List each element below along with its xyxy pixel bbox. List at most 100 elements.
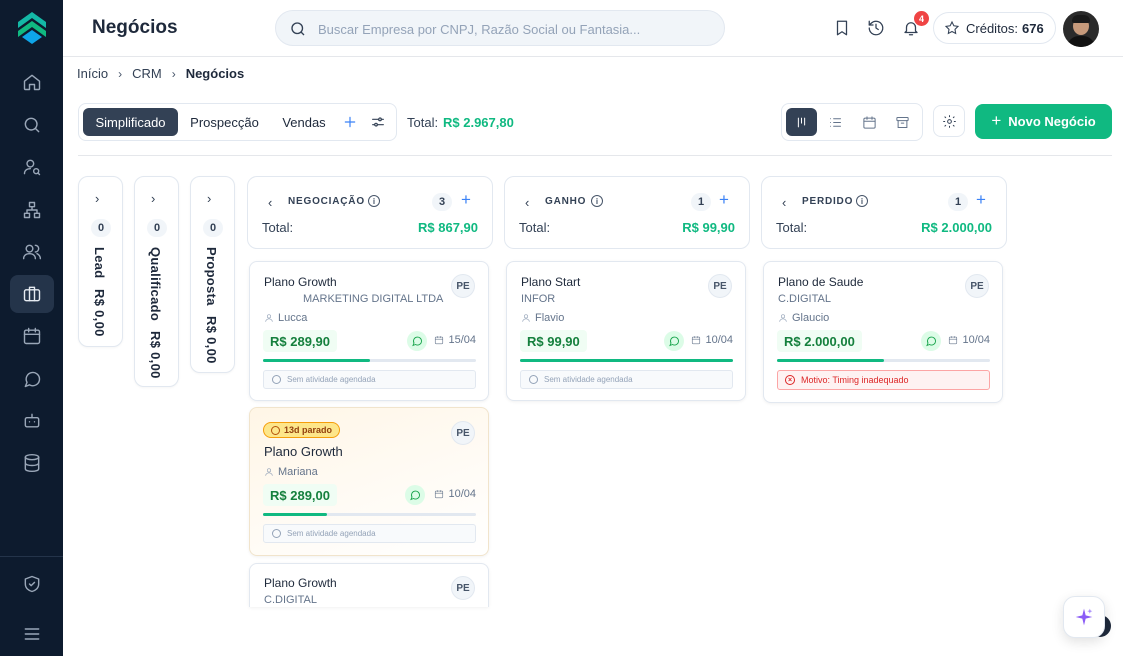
add-deal-icon[interactable]: + [461, 190, 471, 210]
chevron-right-icon: › [171, 66, 176, 81]
bot-icon[interactable] [18, 407, 46, 435]
deal-card[interactable]: Plano Start INFOR PE Flavio R$ 99,90 10/… [506, 261, 746, 401]
deal-company: C.DIGITAL [778, 293, 831, 305]
deal-card[interactable]: Plano de Saude C.DIGITAL PE Glaucio R$ 2… [763, 261, 1003, 403]
whatsapp-icon[interactable] [407, 331, 427, 351]
user-search-icon[interactable] [18, 153, 46, 181]
list-view-icon[interactable] [820, 108, 851, 136]
column-name: NEGOCIAÇÃO [288, 196, 365, 207]
info-icon[interactable]: i [368, 195, 380, 207]
sidebar-divider [0, 556, 63, 557]
deal-contact: Lucca [264, 312, 307, 324]
expand-chevron-icon[interactable]: › [207, 191, 211, 206]
tab-vendas[interactable]: Vendas [271, 108, 337, 136]
activity-status[interactable]: Sem atividade agendada [263, 370, 476, 389]
deal-card[interactable]: 13d parado Plano Growth PE Mariana R$ 28… [249, 407, 489, 556]
settings-gear-icon[interactable] [933, 105, 965, 137]
deal-progress-bar [263, 359, 476, 362]
archive-view-icon[interactable] [887, 108, 918, 136]
breadcrumb-home[interactable]: Início [77, 66, 108, 81]
database-icon[interactable] [18, 449, 46, 477]
calendar-icon [692, 336, 701, 345]
column-count: 0 [147, 219, 167, 237]
total-value: R$ 2.967,80 [443, 115, 514, 130]
new-deal-button[interactable]: + Novo Negócio [975, 104, 1112, 139]
tab-simplificado[interactable]: Simplificado [83, 108, 178, 136]
whatsapp-icon[interactable] [405, 485, 425, 505]
user-icon [522, 314, 530, 322]
home-icon[interactable] [18, 68, 46, 96]
expand-chevron-icon[interactable]: › [151, 191, 155, 206]
activity-status[interactable]: Sem atividade agendada [520, 370, 733, 389]
chat-icon[interactable] [18, 365, 46, 393]
collapsed-column-lead[interactable]: › 0 LeadR$ 0,00 [78, 176, 123, 347]
search-icon[interactable] [18, 111, 46, 139]
deal-company: C.DIGITAL [264, 594, 317, 606]
calendar-icon [949, 336, 958, 345]
chevron-right-icon: › [118, 66, 123, 81]
network-icon[interactable] [18, 196, 46, 224]
column-label: LeadR$ 0,00 [92, 247, 107, 337]
tab-prospeccao[interactable]: Prospecção [180, 108, 269, 136]
collapse-chevron-icon[interactable]: ‹ [525, 195, 529, 210]
column-total-value: R$ 99,90 [682, 220, 735, 235]
shield-check-icon[interactable] [18, 570, 46, 598]
app-logo-icon[interactable] [17, 11, 47, 45]
new-deal-label: Novo Negócio [1008, 114, 1096, 129]
deal-title: Plano de Saude [778, 275, 864, 289]
briefcase-icon[interactable] [10, 275, 54, 313]
deal-date: 10/04 [434, 488, 476, 500]
calendar-icon[interactable] [18, 322, 46, 350]
view-switcher [781, 103, 923, 141]
column-header-ganho: ‹ GANHO i 1 + Total: R$ 99,90 [504, 176, 750, 249]
x-circle-icon: × [785, 375, 795, 385]
owner-avatar: PE [708, 274, 732, 298]
whatsapp-icon[interactable] [664, 331, 684, 351]
breadcrumb-crm[interactable]: CRM [132, 66, 162, 81]
column-total-value: R$ 867,90 [418, 220, 478, 235]
deal-contact: Glaucio [778, 312, 829, 324]
collapse-chevron-icon[interactable]: ‹ [268, 195, 272, 210]
search-input[interactable] [318, 18, 708, 40]
add-deal-icon[interactable]: + [719, 190, 729, 210]
sidebar [0, 0, 63, 656]
whatsapp-icon[interactable] [921, 331, 941, 351]
history-icon[interactable] [865, 17, 887, 39]
search-bar[interactable] [275, 10, 725, 46]
stale-badge: 13d parado [263, 422, 341, 438]
calendar-icon [435, 336, 444, 345]
user-icon [265, 468, 273, 476]
search-icon [291, 22, 305, 36]
deal-card[interactable]: Plano Growth C.DIGITAL PE [249, 563, 489, 607]
collapsed-column-qualificado[interactable]: › 0 QualificadoR$ 0,00 [134, 176, 179, 387]
filter-settings-icon[interactable] [369, 113, 387, 131]
add-deal-icon[interactable]: + [976, 190, 986, 210]
deal-title: Plano Growth [264, 275, 337, 289]
credits-button[interactable]: Créditos: 676 [933, 12, 1056, 44]
owner-avatar: PE [451, 421, 475, 445]
deal-card[interactable]: Plano Growth MARKETING DIGITAL LTDA PE L… [249, 261, 489, 401]
column-label: QualificadoR$ 0,00 [148, 247, 163, 379]
calendar-view-icon[interactable] [854, 108, 885, 136]
activity-status[interactable]: Sem atividade agendada [263, 524, 476, 543]
info-icon[interactable]: i [591, 195, 603, 207]
ai-assistant-button[interactable] [1063, 596, 1105, 638]
expand-chevron-icon[interactable]: › [95, 191, 99, 206]
collapsed-column-proposta[interactable]: › 0 PropostaR$ 0,00 [190, 176, 235, 373]
column-total-value: R$ 2.000,00 [921, 220, 992, 235]
page-title: Negócios [92, 17, 178, 38]
info-icon[interactable]: i [856, 195, 868, 207]
credits-value: 676 [1022, 20, 1044, 36]
kanban-view-icon[interactable] [786, 108, 817, 136]
collapse-chevron-icon[interactable]: ‹ [782, 195, 786, 210]
deal-title: Plano Start [521, 275, 581, 289]
bookmark-icon[interactable] [831, 17, 853, 39]
menu-icon[interactable] [18, 620, 46, 648]
add-tab-icon[interactable] [341, 113, 359, 131]
deal-contact: Flavio [521, 312, 564, 324]
column-name: PERDIDO [802, 196, 854, 207]
users-icon[interactable] [18, 238, 46, 266]
deal-date: 10/04 [691, 334, 733, 346]
deal-company: INFOR [521, 293, 556, 305]
user-avatar[interactable] [1063, 11, 1099, 47]
